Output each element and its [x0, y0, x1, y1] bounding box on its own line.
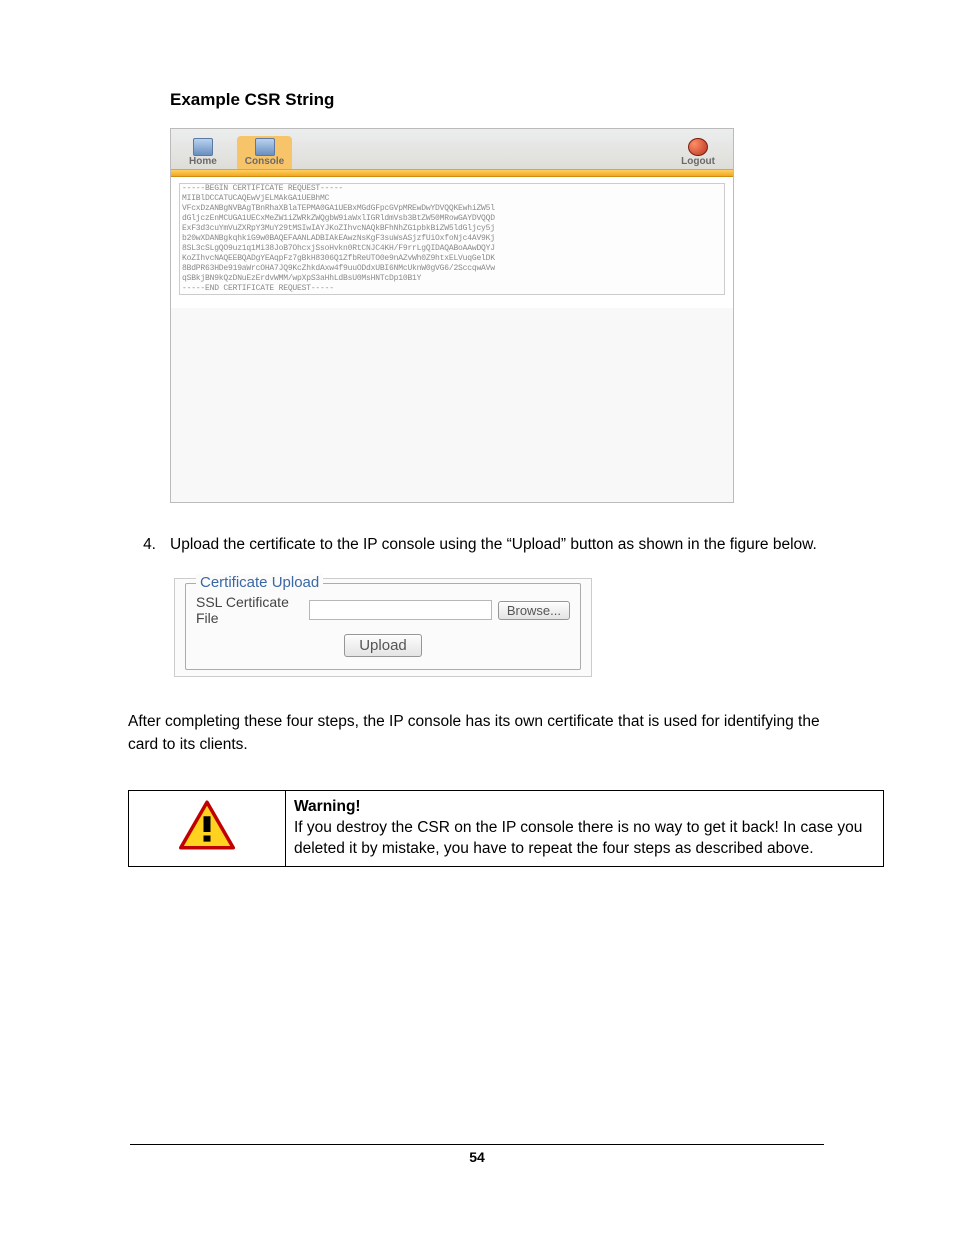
logout-icon — [688, 138, 708, 156]
accent-bar — [171, 170, 733, 177]
completion-paragraph: After completing these four steps, the I… — [128, 711, 854, 756]
tab-console[interactable]: Console — [237, 136, 292, 169]
home-icon — [193, 138, 213, 156]
tab-logout[interactable]: Logout — [673, 136, 723, 169]
file-row: SSL Certificate File Browse... — [196, 594, 570, 626]
csr-body — [171, 177, 733, 308]
tab-home[interactable]: Home — [181, 136, 225, 169]
warning-icon-cell — [129, 791, 286, 867]
tab-console-label: Console — [245, 156, 284, 167]
ssl-file-input[interactable] — [309, 600, 492, 620]
warning-body: If you destroy the CSR on the IP console… — [294, 819, 862, 857]
browse-button[interactable]: Browse... — [498, 601, 570, 620]
tabs-left: Home Console — [181, 136, 292, 169]
page-number: 54 — [130, 1144, 824, 1165]
tab-home-label: Home — [189, 156, 217, 167]
warning-text-cell: Warning! If you destroy the CSR on the I… — [286, 791, 884, 867]
page: Example CSR String Home Console Logout — [0, 0, 954, 1235]
certificate-upload-fieldset: Certificate Upload SSL Certificate File … — [185, 583, 581, 670]
csr-textarea[interactable] — [179, 183, 725, 295]
step-4-number: 4. — [122, 533, 170, 556]
step-4: 4. Upload the certificate to the IP cons… — [170, 533, 854, 556]
warning-box: Warning! If you destroy the CSR on the I… — [128, 790, 884, 867]
section-heading: Example CSR String — [170, 90, 854, 110]
warning-icon — [179, 800, 235, 850]
content-column: Example CSR String Home Console Logout — [170, 90, 854, 867]
tab-logout-label: Logout — [681, 156, 715, 167]
upload-screenshot: Certificate Upload SSL Certificate File … — [174, 578, 592, 677]
warning-title: Warning! — [294, 798, 361, 815]
tab-bar: Home Console Logout — [171, 129, 733, 170]
step-4-text: Upload the certificate to the IP console… — [170, 533, 854, 556]
ssl-file-label: SSL Certificate File — [196, 594, 303, 626]
upload-button[interactable]: Upload — [344, 634, 422, 657]
upload-row: Upload — [196, 634, 570, 657]
csr-screenshot: Home Console Logout — [170, 128, 734, 503]
fieldset-legend: Certificate Upload — [196, 574, 323, 591]
console-icon — [255, 138, 275, 156]
